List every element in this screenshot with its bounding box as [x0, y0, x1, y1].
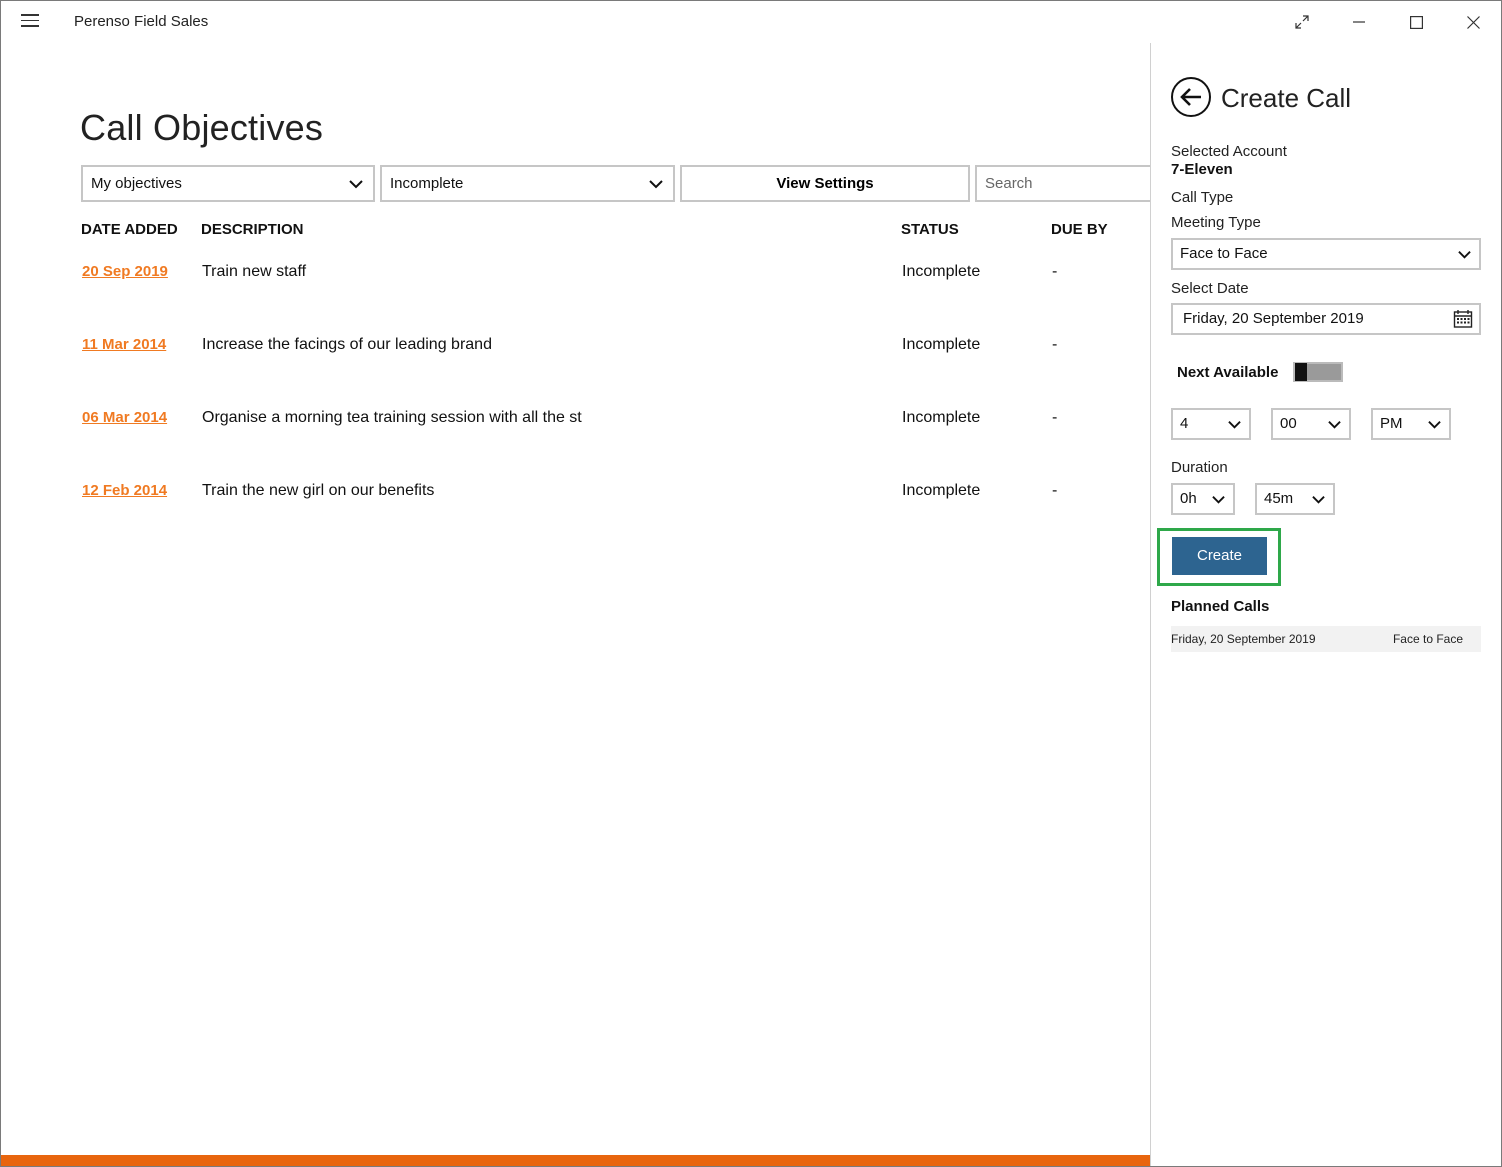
chevron-down-icon [1312, 496, 1325, 504]
call-type-label: Call Type [1171, 189, 1234, 206]
status-text: Incomplete [902, 409, 981, 426]
status-filter-value: Incomplete [390, 175, 464, 192]
table-row[interactable]: 06 Mar 2014 Organise a morning tea train… [1, 409, 1151, 449]
due-by-text: - [1052, 482, 1058, 499]
date-added-link[interactable]: 12 Feb 2014 [82, 482, 167, 499]
description-text: Organise a morning tea training session … [202, 409, 582, 426]
accent-bar [1, 1155, 1151, 1166]
due-by-text: - [1052, 409, 1058, 426]
search-box [975, 165, 1175, 202]
owner-filter-dropdown[interactable]: My objectives [81, 165, 375, 202]
owner-filter-value: My objectives [91, 175, 182, 192]
column-header-date-added: DATE ADDED [81, 221, 178, 238]
toggle-knob [1295, 363, 1307, 381]
fullscreen-icon[interactable] [1287, 9, 1317, 35]
planned-call-date: Friday, 20 September 2019 [1171, 632, 1316, 646]
due-by-text: - [1052, 263, 1058, 280]
date-added-link[interactable]: 06 Mar 2014 [82, 409, 167, 426]
hour-dropdown[interactable]: 4 [1171, 408, 1251, 440]
hamburger-menu-icon[interactable] [21, 14, 39, 28]
chevron-down-icon [349, 180, 363, 189]
description-text: Train new staff [202, 263, 307, 280]
chevron-down-icon [1328, 421, 1341, 429]
selected-account-value: 7-Eleven [1171, 161, 1233, 178]
planned-call-item[interactable]: Friday, 20 September 2019 Face to Face [1171, 626, 1481, 652]
next-available-toggle[interactable] [1293, 362, 1343, 382]
minute-value: 00 [1280, 415, 1297, 432]
next-available-label: Next Available [1177, 364, 1279, 381]
app-window: Perenso Field Sales Call Objectives My o… [0, 0, 1502, 1167]
view-settings-button[interactable]: View Settings [680, 165, 970, 202]
chevron-down-icon [1458, 251, 1471, 259]
panel-title: Create Call [1221, 83, 1352, 113]
chevron-down-icon [649, 180, 663, 189]
close-icon[interactable] [1458, 9, 1488, 35]
status-text: Incomplete [902, 482, 981, 499]
selected-account-label: Selected Account [1171, 143, 1287, 160]
duration-minutes-value: 45m [1264, 490, 1294, 507]
date-picker-value: Friday, 20 September 2019 [1183, 310, 1364, 327]
ampm-dropdown[interactable]: PM [1371, 408, 1451, 440]
hour-value: 4 [1180, 415, 1189, 432]
minimize-icon[interactable] [1344, 9, 1374, 35]
maximize-icon[interactable] [1401, 9, 1431, 35]
column-header-status: STATUS [901, 221, 959, 238]
create-call-panel: Create Call Selected Account 7-Eleven Ca… [1150, 43, 1501, 1166]
date-added-link[interactable]: 11 Mar 2014 [82, 336, 166, 353]
chevron-down-icon [1228, 421, 1241, 429]
calendar-icon[interactable] [1453, 309, 1473, 329]
status-text: Incomplete [902, 263, 981, 280]
column-header-due-by: DUE BY [1051, 221, 1108, 238]
back-arrow-icon [1180, 88, 1201, 106]
minute-dropdown[interactable]: 00 [1271, 408, 1351, 440]
column-header-description: DESCRIPTION [201, 221, 304, 238]
ampm-value: PM [1380, 415, 1403, 432]
search-input[interactable] [977, 167, 1173, 200]
back-button[interactable] [1171, 77, 1211, 117]
duration-minutes-dropdown[interactable]: 45m [1255, 483, 1335, 515]
chevron-down-icon [1212, 496, 1225, 504]
description-text: Train the new girl on our benefits [202, 482, 435, 499]
table-row[interactable]: 12 Feb 2014 Train the new girl on our be… [1, 482, 1151, 522]
description-text: Increase the facings of our leading bran… [202, 336, 492, 353]
app-title: Perenso Field Sales [74, 13, 209, 30]
table-row[interactable]: 20 Sep 2019 Train new staff Incomplete - [1, 263, 1151, 303]
title-bar: Perenso Field Sales [1, 1, 1501, 43]
chevron-down-icon [1428, 421, 1441, 429]
table-row[interactable]: 11 Mar 2014 Increase the facings of our … [1, 336, 1151, 376]
planned-call-type: Face to Face [1392, 632, 1463, 646]
select-date-label: Select Date [1171, 280, 1249, 297]
date-added-link[interactable]: 20 Sep 2019 [82, 263, 168, 280]
status-filter-dropdown[interactable]: Incomplete [380, 165, 675, 202]
meeting-type-label: Meeting Type [1171, 214, 1261, 231]
create-button[interactable]: Create [1172, 537, 1267, 575]
planned-calls-label: Planned Calls [1171, 598, 1270, 615]
due-by-text: - [1052, 336, 1058, 353]
duration-hours-dropdown[interactable]: 0h [1171, 483, 1235, 515]
meeting-type-value: Face to Face [1180, 245, 1268, 262]
meeting-type-dropdown[interactable]: Face to Face [1171, 238, 1481, 270]
duration-hours-value: 0h [1180, 490, 1197, 507]
page-title: Call Objectives [80, 107, 324, 148]
duration-label: Duration [1171, 459, 1228, 476]
date-picker[interactable]: Friday, 20 September 2019 [1171, 303, 1481, 335]
status-text: Incomplete [902, 336, 981, 353]
